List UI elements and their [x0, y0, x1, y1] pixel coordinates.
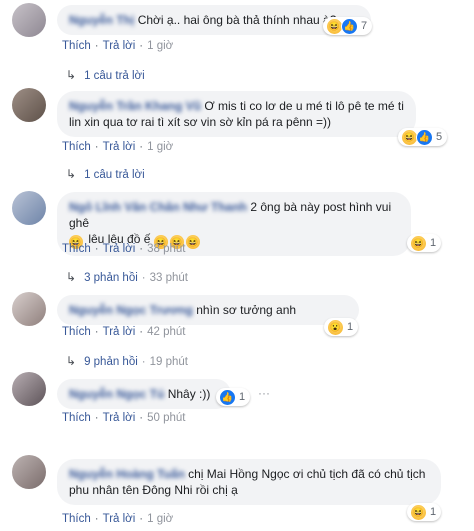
avatar[interactable]	[12, 372, 46, 406]
avatar[interactable]	[12, 292, 46, 326]
comment-bubble: Nguyễn Hoàng Tuấn chị Mai Hồng Ngọc ơi c…	[57, 459, 441, 505]
comment-text: Chời ạ.. hai ông bà thả thính nhau à?	[137, 13, 337, 27]
view-replies[interactable]: ↳ 1 câu trả lời	[66, 68, 145, 82]
comment-actions: Thích · Trả lời · 38 phút	[62, 243, 186, 255]
comment-actions: Thích · Trả lời · 50 phút	[62, 412, 186, 424]
reply-link[interactable]: Trả lời	[103, 326, 136, 338]
reply-arrow-icon: ↳	[66, 354, 77, 368]
comment-text: nhìn sơ tưởng anh	[196, 303, 297, 317]
reply-link[interactable]: Trả lời	[103, 513, 136, 525]
avatar[interactable]	[12, 191, 46, 225]
avatar[interactable]	[12, 3, 46, 37]
timestamp[interactable]: 1 giờ	[147, 40, 173, 52]
reaction-summary[interactable]: 👍 1	[216, 388, 251, 406]
like-link[interactable]: Thích	[62, 141, 91, 153]
comment-actions: Thích · Trả lời · 1 giờ	[62, 513, 174, 525]
comment-actions: Thích · Trả lời · 1 giờ	[62, 40, 174, 52]
more-options-icon[interactable]: ···	[258, 386, 270, 400]
comment-bubble: Nguyễn Ngọc Tú Nhây :))	[57, 379, 231, 409]
avatar[interactable]	[12, 88, 46, 122]
like-link[interactable]: Thích	[62, 326, 91, 338]
comment-text: Nhây :))	[167, 387, 211, 401]
timestamp[interactable]: 42 phút	[147, 326, 185, 338]
haha-icon: 😆	[410, 234, 427, 252]
comment-bubble: Nguyễn Trần Khang Vũ Ơ mis ti co lơ de u…	[57, 91, 416, 137]
like-icon: 👍	[341, 17, 358, 35]
like-icon: 👍	[219, 388, 236, 406]
reaction-summary[interactable]: 😆 1	[407, 234, 442, 252]
reply-link[interactable]: Trả lời	[103, 412, 136, 424]
view-replies[interactable]: ↳ 3 phản hồi · 33 phút	[66, 270, 188, 284]
like-link[interactable]: Thích	[62, 412, 91, 424]
reaction-summary[interactable]: 😆 👍 7	[323, 17, 373, 35]
commenter-name[interactable]: Ngô Lĩnh Vân Chân Như Thanh	[69, 200, 247, 214]
like-link[interactable]: Thích	[62, 513, 91, 525]
timestamp[interactable]: 1 giờ	[147, 513, 173, 525]
reply-timestamp: 19 phút	[149, 356, 188, 368]
timestamp[interactable]: 50 phút	[147, 412, 185, 424]
comment-actions: Thích · Trả lời · 1 giờ	[62, 141, 174, 153]
commenter-name[interactable]: Nguyễn Hoàng Tuấn	[69, 467, 185, 481]
view-replies[interactable]: ↳ 1 câu trả lời	[66, 167, 145, 181]
reaction-summary[interactable]: 😆 1	[407, 503, 442, 521]
like-link[interactable]: Thích	[62, 40, 91, 52]
wow-icon: 😮	[327, 318, 344, 336]
reply-arrow-icon: ↳	[66, 167, 77, 181]
reply-arrow-icon: ↳	[66, 68, 77, 82]
commenter-name[interactable]: Nguyễn Ngọc Trương	[69, 303, 193, 317]
reply-link[interactable]: Trả lời	[103, 40, 136, 52]
avatar[interactable]	[12, 455, 46, 489]
reply-link[interactable]: Trả lời	[103, 141, 136, 153]
timestamp[interactable]: 1 giờ	[147, 141, 173, 153]
comment-actions: Thích · Trả lời · 42 phút	[62, 326, 186, 338]
commenter-name[interactable]: Nguyễn Trần Khang Vũ	[69, 99, 201, 113]
comment-bubble: Nguyễn Ngọc Trương nhìn sơ tưởng anh	[57, 295, 359, 325]
reaction-summary[interactable]: 😮 1	[324, 318, 359, 336]
like-link[interactable]: Thích	[62, 243, 91, 255]
reply-arrow-icon: ↳	[66, 270, 77, 284]
reaction-summary[interactable]: 😆 👍 5	[398, 128, 448, 146]
haha-icon: 😆	[185, 235, 200, 249]
commenter-name[interactable]: Nguyễn Ngọc Tú	[69, 387, 164, 401]
reply-timestamp: 33 phút	[149, 272, 188, 284]
view-replies[interactable]: ↳ 9 phản hồi · 19 phút	[66, 354, 188, 368]
commenter-name[interactable]: Nguyễn Thị	[69, 13, 134, 27]
haha-icon: 😆	[410, 503, 427, 521]
timestamp[interactable]: 38 phút	[147, 243, 185, 255]
like-icon: 👍	[416, 128, 433, 146]
reply-link[interactable]: Trả lời	[103, 243, 136, 255]
